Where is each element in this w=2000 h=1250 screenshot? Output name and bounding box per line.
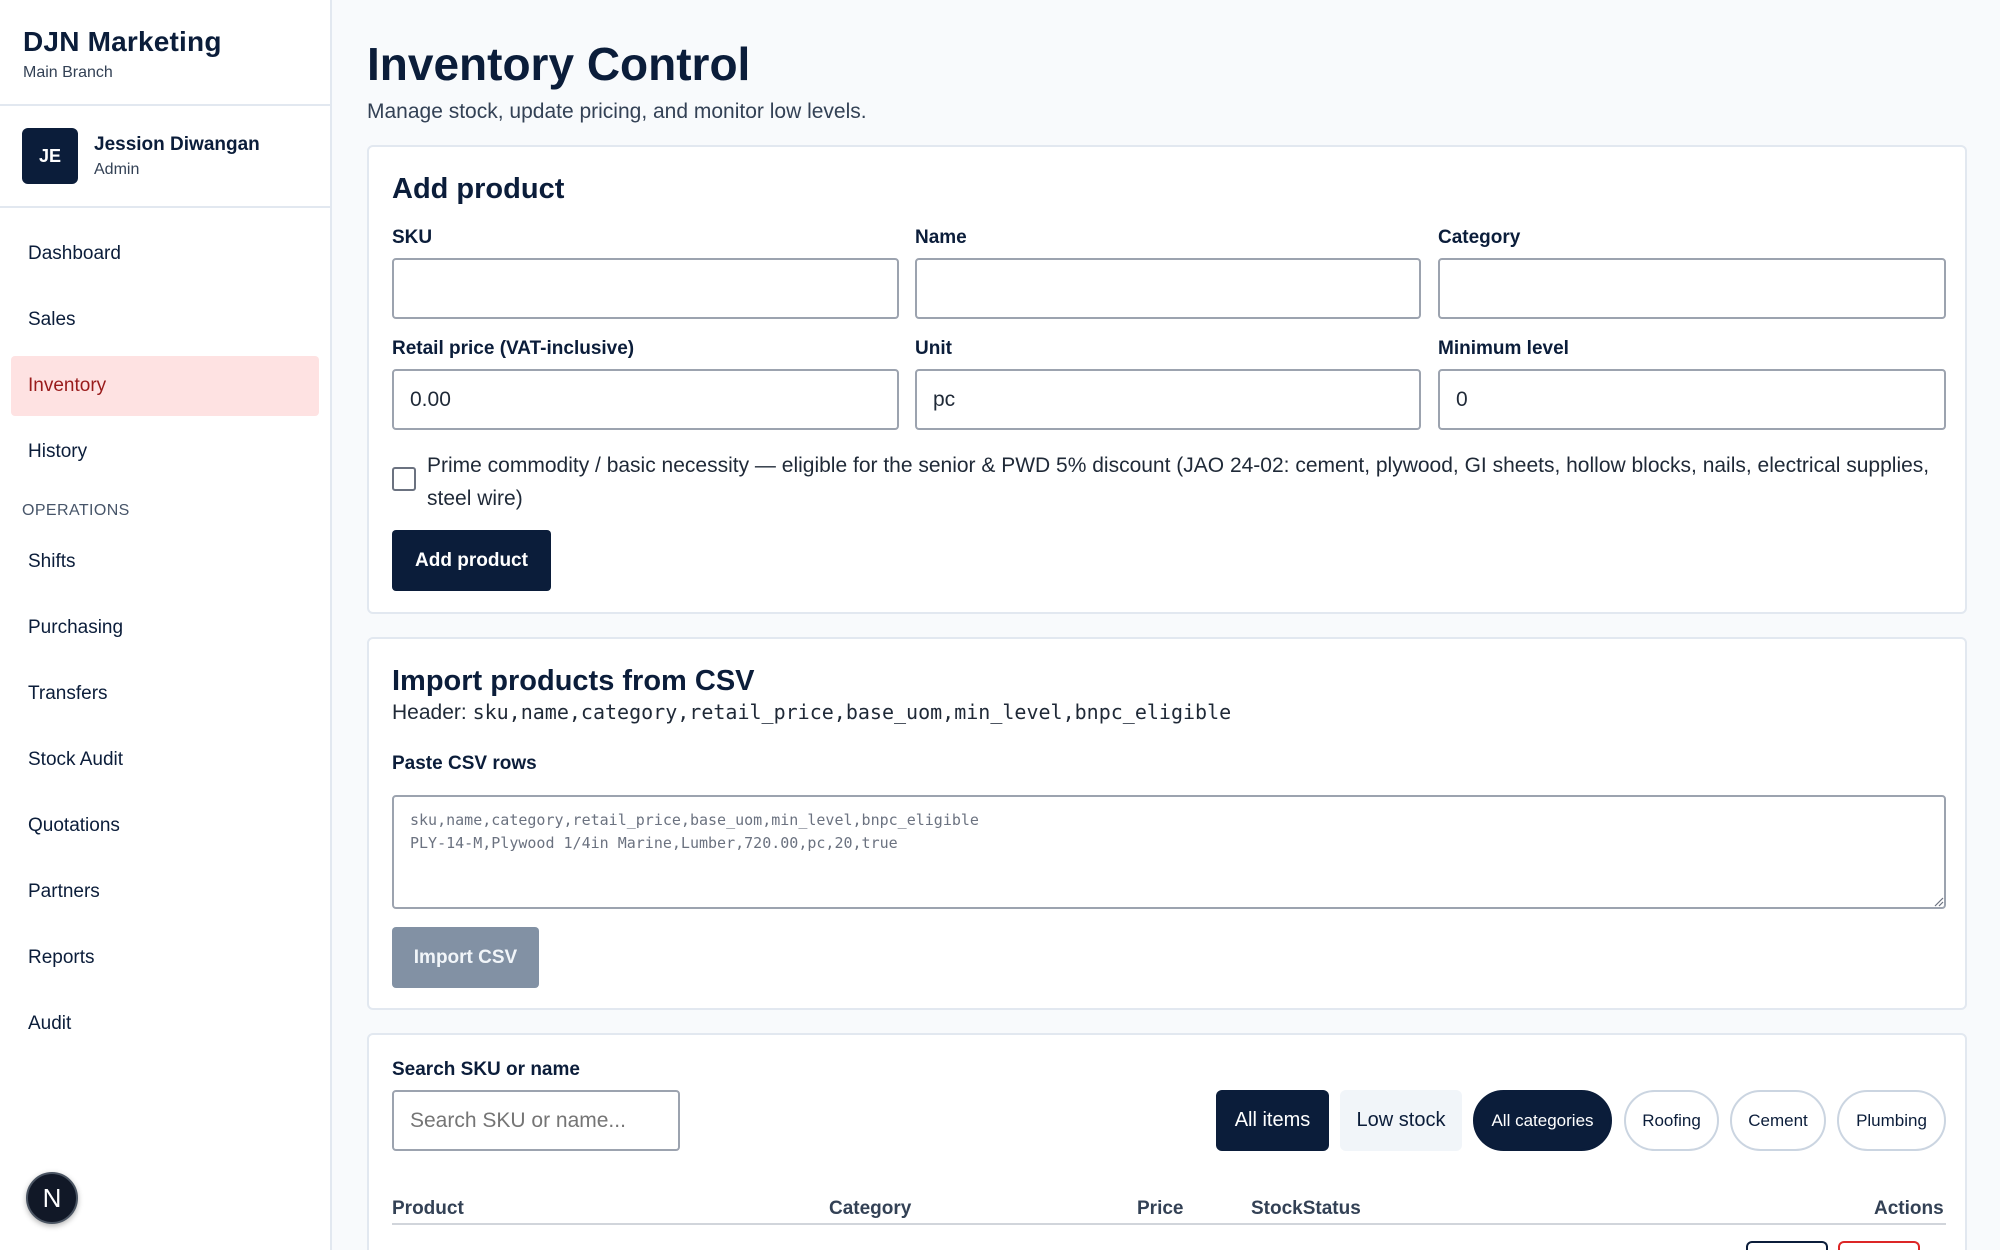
category-input[interactable] (1438, 258, 1946, 319)
nextjs-devtools-button[interactable]: N (26, 1172, 78, 1224)
nav-section-label: OPERATIONS (22, 502, 130, 519)
user-info: Jession Diwangan Admin (94, 134, 260, 179)
column-header-stock-status[interactable]: StockStatus (1251, 1198, 1361, 1220)
import-csv-title: Import products from CSV (392, 665, 755, 697)
page-subtitle: Manage stock, update pricing, and monito… (367, 100, 867, 123)
filter-all-items-button[interactable]: All items (1216, 1090, 1329, 1151)
product-list-card: Search SKU or name All items Low stock A… (367, 1033, 1967, 1250)
price-label: Retail price (VAT-inclusive) (392, 338, 635, 359)
sidebar-item-inventory[interactable]: Inventory (11, 356, 319, 416)
column-header-price[interactable]: Price (1137, 1198, 1183, 1220)
sku-input[interactable] (392, 258, 899, 319)
sidebar-item-sales[interactable]: Sales (11, 290, 319, 350)
csv-textarea[interactable]: sku,name,category,retail_price,base_uom,… (392, 795, 1946, 909)
resize-grip-icon[interactable] (1934, 897, 1944, 907)
sidebar-nav: Dashboard Sales Inventory History OPERAT… (0, 208, 330, 1054)
brand-name: DJN Marketing (23, 26, 222, 57)
sidebar: DJN Marketing Main Branch JE Jession Diw… (0, 0, 332, 1250)
csv-header-prefix: Header: (392, 701, 467, 724)
name-label: Name (915, 227, 967, 248)
csv-header-fields: sku,name,category,retail_price,base_uom,… (472, 700, 1232, 724)
column-header-product[interactable]: Product (392, 1198, 464, 1220)
add-product-button[interactable]: Add product (392, 530, 551, 591)
branch-name: Main Branch (23, 64, 113, 81)
user-role: Admin (94, 160, 140, 178)
main-content: Inventory Control Manage stock, update p… (367, 0, 1967, 1250)
sku-label: SKU (392, 227, 433, 248)
row-delete-button[interactable] (1838, 1241, 1920, 1250)
column-header-actions: Actions (1874, 1198, 1944, 1219)
min-level-label: Minimum level (1438, 338, 1569, 359)
column-header-category[interactable]: Category (829, 1198, 911, 1220)
sidebar-item-reports[interactable]: Reports (11, 928, 319, 988)
sidebar-item-purchasing[interactable]: Purchasing (11, 598, 319, 658)
sidebar-item-audit[interactable]: Audit (11, 994, 319, 1054)
category-pill-all[interactable]: All categories (1473, 1090, 1612, 1151)
import-csv-card: Import products from CSV Header: sku,nam… (367, 637, 1967, 1010)
unit-label: Unit (915, 338, 952, 359)
unit-input[interactable]: pc (915, 369, 1421, 430)
min-level-input[interactable]: 0 (1438, 369, 1946, 430)
sidebar-item-transfers[interactable]: Transfers (11, 664, 319, 724)
csv-header-hint: Header: sku,name,category,retail_price,b… (392, 700, 1231, 725)
category-label: Category (1438, 227, 1521, 248)
sidebar-item-shifts[interactable]: Shifts (11, 532, 319, 592)
add-product-card: Add product SKU Name Category Retail pri… (367, 145, 1967, 614)
paste-csv-label: Paste CSV rows (392, 753, 537, 774)
user-profile[interactable]: JE Jession Diwangan Admin (0, 106, 330, 208)
import-csv-button[interactable]: Import CSV (392, 927, 539, 988)
bnpc-label: Prime commodity / basic necessity — elig… (427, 454, 1930, 510)
brand: DJN Marketing Main Branch (0, 0, 330, 106)
category-pill-plumbing[interactable]: Plumbing (1837, 1090, 1946, 1151)
search-input[interactable] (392, 1090, 680, 1151)
user-name: Jession Diwangan (94, 133, 260, 155)
sidebar-item-quotations[interactable]: Quotations (11, 796, 319, 856)
bnpc-checkbox[interactable] (392, 467, 416, 491)
search-label: Search SKU or name (392, 1059, 580, 1080)
table-header-divider (392, 1223, 1946, 1225)
add-product-title: Add product (392, 173, 565, 205)
avatar: JE (22, 128, 78, 184)
price-input[interactable]: 0.00 (392, 369, 899, 430)
sidebar-item-dashboard[interactable]: Dashboard (11, 224, 319, 284)
name-input[interactable] (915, 258, 1421, 319)
category-pill-roofing[interactable]: Roofing (1624, 1090, 1719, 1151)
sidebar-item-stock-audit[interactable]: Stock Audit (11, 730, 319, 790)
filter-low-stock-button[interactable]: Low stock (1340, 1090, 1462, 1151)
sidebar-item-history[interactable]: History (11, 422, 319, 482)
sidebar-item-partners[interactable]: Partners (11, 862, 319, 922)
page-title: Inventory Control (367, 38, 751, 90)
category-pill-cement[interactable]: Cement (1730, 1090, 1826, 1151)
row-edit-button[interactable] (1746, 1241, 1828, 1250)
